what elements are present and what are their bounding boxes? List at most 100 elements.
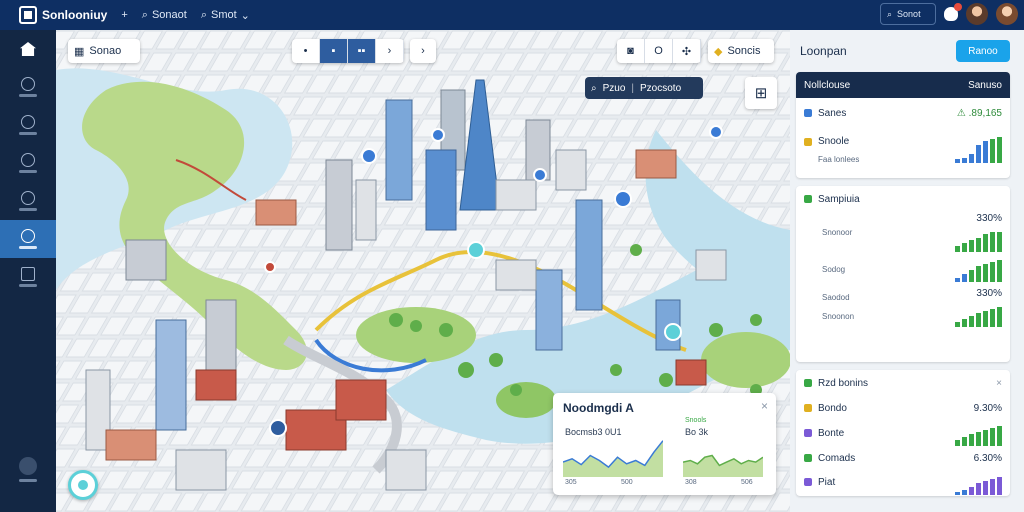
- map-marker[interactable]: [467, 241, 485, 259]
- mini-bar-chart: [955, 301, 1002, 327]
- row-value: ⚠ .89,165: [956, 107, 1002, 119]
- map-marker[interactable]: [269, 419, 287, 437]
- row-value: 9.30%: [973, 402, 1002, 414]
- map-search-button-label: Soncis: [727, 45, 761, 57]
- bar: [962, 437, 967, 446]
- sidebar-item-label: [19, 246, 37, 249]
- list-item[interactable]: Piat: [796, 470, 1010, 495]
- notification-icon[interactable]: [944, 3, 962, 21]
- location-chip[interactable]: ⌕ Pzuo | Pzocsoto: [585, 77, 703, 99]
- map-tools[interactable]: ◙ O ✣: [617, 39, 701, 63]
- bar: [955, 159, 960, 163]
- list-item[interactable]: Sampiuia: [796, 186, 1010, 212]
- bar: [997, 231, 1002, 252]
- sidebar-item-label: [19, 284, 37, 287]
- sidebar-item-history[interactable]: [0, 106, 56, 144]
- sidebar-item-settings[interactable]: [0, 182, 56, 220]
- row-name: Sodog: [822, 264, 846, 274]
- sidebar-item-explore[interactable]: [0, 68, 56, 106]
- bar: [955, 492, 960, 495]
- sidebar-item-map[interactable]: [0, 220, 56, 258]
- park-area: [701, 332, 790, 388]
- map-search-button[interactable]: ◆ Soncis: [708, 39, 774, 63]
- topbar-search[interactable]: ⌕ Sonot: [880, 3, 936, 25]
- list-item[interactable]: Sanes ⚠ .89,165: [796, 98, 1010, 128]
- close-icon[interactable]: ×: [761, 399, 768, 413]
- bar: [976, 483, 981, 495]
- chart-area: [683, 455, 763, 477]
- screen-icon[interactable]: ◙: [617, 39, 645, 63]
- move-icon[interactable]: ✣: [673, 39, 701, 63]
- bar: [997, 426, 1002, 446]
- avatar[interactable]: [966, 3, 988, 25]
- nav-layout-button[interactable]: ▪▪: [348, 39, 376, 63]
- bar: [955, 321, 960, 327]
- nav-pin-button[interactable]: •: [292, 39, 320, 63]
- nav-next-button[interactable]: ›: [376, 39, 404, 63]
- panel-action-button[interactable]: Ranoo: [956, 40, 1010, 62]
- card-header: Nollclouse Sanuso: [796, 72, 1010, 98]
- map-marker[interactable]: [264, 261, 276, 273]
- close-icon[interactable]: ×: [996, 378, 1002, 389]
- legend-swatch: [804, 454, 812, 462]
- list-item[interactable]: Bondo 9.30%: [796, 396, 1010, 420]
- map-marker[interactable]: [664, 323, 682, 341]
- map-marker[interactable]: [533, 168, 547, 182]
- map-marker[interactable]: [614, 190, 632, 208]
- compass-icon[interactable]: [68, 470, 98, 500]
- search-icon: ⌕: [200, 8, 207, 21]
- notification-badge: [954, 3, 962, 11]
- list-item[interactable]: Snoole Faa lonlees: [796, 128, 1010, 172]
- list-item[interactable]: Rzd bonins ×: [796, 370, 1010, 396]
- map-search-label: Sonao: [89, 45, 122, 57]
- row-name: Bondo: [818, 402, 847, 414]
- bar: [990, 428, 995, 446]
- layer-button[interactable]: ⊞: [745, 77, 777, 109]
- bar: [969, 270, 974, 282]
- list-item[interactable]: Sodog: [796, 252, 1010, 286]
- axis-label: 500: [621, 479, 633, 486]
- bar: [997, 137, 1002, 163]
- axis-label: 305: [565, 479, 577, 486]
- list-item[interactable]: Saodod Snoonon 330%: [796, 286, 1010, 328]
- topbar-item-1[interactable]: ⌕ Sonaot: [142, 9, 187, 22]
- bar: [976, 312, 981, 327]
- map-nav-group[interactable]: • ▪ ▪▪ ›: [292, 39, 404, 63]
- sidebar-item-layers[interactable]: [0, 258, 56, 296]
- row-name: Sanes: [818, 107, 847, 119]
- list-item[interactable]: Comads 6.30%: [796, 446, 1010, 470]
- row-name: Piat: [818, 476, 836, 488]
- avatar-secondary[interactable]: [996, 3, 1018, 25]
- bar: [969, 487, 974, 495]
- list-item[interactable]: Bonte: [796, 420, 1010, 446]
- map-marker[interactable]: [709, 125, 723, 139]
- sidebar-item-label: [19, 132, 37, 135]
- nav-view-button[interactable]: ▪: [320, 39, 348, 63]
- topbar-item-2[interactable]: ⌕ Smot ⌄: [201, 9, 250, 22]
- row-value: 330%: [976, 287, 1002, 299]
- bar: [983, 264, 988, 282]
- row-value: 330%: [976, 212, 1002, 224]
- bar: [962, 274, 967, 282]
- panel-header: Loonpan Ranoo: [796, 38, 1010, 64]
- row-name: Comads: [818, 452, 856, 464]
- bar: [955, 278, 960, 282]
- map-marker[interactable]: [431, 128, 445, 142]
- bar: [969, 434, 974, 446]
- row-name: Bonte: [818, 427, 845, 439]
- bar: [983, 233, 988, 252]
- sidebar-profile[interactable]: [0, 457, 56, 482]
- chevron-down-icon: ⌄: [240, 9, 250, 22]
- bar: [962, 490, 967, 495]
- sidebar-item-messages[interactable]: [0, 144, 56, 182]
- bar: [976, 145, 981, 163]
- forward-button[interactable]: ›: [410, 39, 436, 63]
- circle-icon[interactable]: O: [645, 39, 673, 63]
- separator: |: [631, 82, 635, 94]
- list-item[interactable]: Snonoor 330%: [796, 212, 1010, 252]
- sidebar-item-home[interactable]: [0, 30, 56, 68]
- add-button[interactable]: +: [121, 9, 127, 21]
- bar: [983, 310, 988, 327]
- map-marker[interactable]: [361, 148, 377, 164]
- map-search-box[interactable]: ▦ Sonao: [68, 39, 140, 63]
